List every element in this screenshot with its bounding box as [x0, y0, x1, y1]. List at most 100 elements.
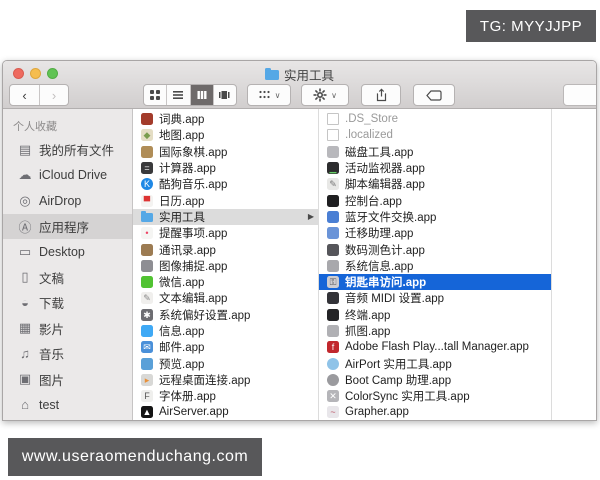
item-label: 信息.app — [159, 323, 204, 339]
sidebar-item[interactable]: ▦影片 — [3, 316, 132, 342]
utility-row[interactable]: 迁移助理.app — [319, 225, 551, 241]
utility-row[interactable]: AirPort 实用工具.app — [319, 355, 551, 371]
application-row[interactable]: 图像捕捉.app — [133, 258, 318, 274]
utility-row[interactable]: .localized — [319, 127, 551, 143]
screenshot-canvas: TG: MYYJJPP 实用工具 ‹ › — [0, 0, 600, 480]
item-label: 通讯录.app — [159, 242, 216, 258]
utility-row[interactable]: 控制台.app — [319, 192, 551, 208]
item-label: 音频 MIDI 设置.app — [345, 290, 444, 306]
sidebar: 个人收藏 ▤我的所有文件☁iCloud Drive◎AirDropⒶ应用程序▭D… — [3, 109, 133, 421]
view-mode-buttons — [143, 84, 237, 106]
utility-row[interactable]: ▁活动监视器.app — [319, 160, 551, 176]
item-label: 活动监视器.app — [345, 160, 425, 176]
application-row[interactable]: 微信.app — [133, 274, 318, 290]
tag-button[interactable] — [413, 84, 455, 106]
share-button[interactable] — [361, 84, 401, 106]
forward-button[interactable]: › — [39, 85, 68, 105]
item-label: Desktop — [39, 245, 85, 259]
utility-row[interactable]: 系统信息.app — [319, 258, 551, 274]
application-row[interactable]: 国际象棋.app — [133, 144, 318, 160]
wechat-icon — [141, 276, 153, 288]
grab-icon — [327, 325, 339, 337]
item-label: 下载 — [39, 293, 64, 312]
item-label: 影片 — [39, 319, 64, 338]
list-view-button[interactable] — [166, 85, 189, 105]
utility-row[interactable]: 抓图.app — [319, 323, 551, 339]
grapher-icon: ~ — [327, 406, 339, 418]
sidebar-item[interactable]: ☁iCloud Drive — [3, 163, 132, 189]
item-label: Boot Camp 助理.app — [345, 372, 451, 388]
utility-row[interactable]: 蓝牙文件交换.app — [319, 209, 551, 225]
utility-row[interactable]: Boot Camp 助理.app — [319, 372, 551, 388]
terminal-icon — [327, 309, 339, 321]
utility-row[interactable]: .DS_Store — [319, 111, 551, 127]
music-icon: ♫ — [15, 346, 35, 361]
item-label: 预览.app — [159, 356, 204, 372]
chess-icon — [141, 146, 153, 158]
utility-row[interactable]: ✎脚本编辑器.app — [319, 176, 551, 192]
application-row[interactable]: 预览.app — [133, 355, 318, 371]
textedit-icon: ✎ — [141, 292, 153, 304]
home-icon: ⌂ — [15, 397, 35, 412]
calculator-icon: = — [141, 162, 153, 174]
application-row[interactable]: ✎文本编辑.app — [133, 290, 318, 306]
airport-utility-icon — [327, 358, 339, 370]
action-gear-button[interactable]: ∨ — [301, 84, 349, 106]
item-label: AirServer.app — [159, 406, 229, 418]
sidebar-item[interactable]: ♫音乐 — [3, 341, 132, 367]
icon-view-button[interactable] — [144, 85, 166, 105]
search-input[interactable] — [563, 84, 597, 106]
coverflow-view-button[interactable] — [213, 85, 236, 105]
application-row[interactable]: 实用工具▶ — [133, 209, 318, 225]
application-row[interactable]: •提醒事项.app — [133, 225, 318, 241]
telegram-watermark: TG: MYYJJPP — [466, 10, 596, 42]
utility-row[interactable]: ⚿钥匙串访问.app — [319, 274, 551, 290]
application-row[interactable]: ◆地图.app — [133, 127, 318, 143]
utility-row[interactable]: 磁盘工具.app — [319, 144, 551, 160]
keychain-access-icon: ⚿ — [327, 276, 339, 288]
utility-row[interactable]: fAdobe Flash Play...tall Manager.app — [319, 339, 551, 355]
hidden-file-icon — [327, 129, 339, 141]
utility-row[interactable]: 终端.app — [319, 307, 551, 323]
application-row[interactable]: 信息.app — [133, 323, 318, 339]
application-row[interactable]: ▸远程桌面连接.app — [133, 372, 318, 388]
sidebar-item[interactable]: ◎AirDrop — [3, 188, 132, 214]
utility-row[interactable]: 音频 MIDI 设置.app — [319, 290, 551, 306]
sidebar-item[interactable]: ◒下载 — [3, 290, 132, 316]
finder-window: 实用工具 ‹ › — [2, 60, 597, 421]
column-view-button[interactable] — [190, 85, 213, 105]
window-titlebar: 实用工具 ‹ › — [3, 61, 596, 109]
application-row[interactable]: ▲AirServer.app — [133, 404, 318, 420]
utilities-folder-icon — [141, 213, 153, 222]
item-label: 系统信息.app — [345, 258, 413, 274]
sidebar-item[interactable]: ▣图片 — [3, 367, 132, 393]
item-label: Grapher.app — [345, 406, 409, 418]
application-row[interactable]: ✱系统偏好设置.app — [133, 307, 318, 323]
utility-row[interactable]: 数码测色计.app — [319, 241, 551, 257]
application-row[interactable]: ▀日历.app — [133, 192, 318, 208]
item-label: .DS_Store — [345, 113, 398, 125]
application-row[interactable]: K酷狗音乐.app — [133, 176, 318, 192]
application-row[interactable]: 通讯录.app — [133, 241, 318, 257]
item-label: iCloud Drive — [39, 168, 107, 182]
application-row[interactable]: =计算器.app — [133, 160, 318, 176]
item-label: AirPort 实用工具.app — [345, 356, 452, 372]
disclosure-arrow-icon: ▶ — [308, 212, 314, 221]
application-row[interactable]: 词典.app — [133, 111, 318, 127]
sidebar-item[interactable]: ⌂test — [3, 392, 132, 418]
back-button[interactable]: ‹ — [10, 85, 39, 105]
sidebar-item[interactable]: ▤我的所有文件 — [3, 137, 132, 163]
bluetooth-exchange-icon — [327, 211, 339, 223]
arrange-button[interactable]: ∨ — [247, 84, 291, 106]
sidebar-section-devices: 设备 — [3, 418, 132, 422]
sidebar-item[interactable]: ▭Desktop — [3, 239, 132, 265]
item-label: 国际象棋.app — [159, 144, 227, 160]
item-label: 数码测色计.app — [345, 242, 425, 258]
utility-row[interactable]: ✕ColorSync 实用工具.app — [319, 388, 551, 404]
application-row[interactable]: ✉邮件.app — [133, 339, 318, 355]
sidebar-item[interactable]: ▯文稿 — [3, 265, 132, 291]
application-row[interactable]: F字体册.app — [133, 388, 318, 404]
disk-utility-icon — [327, 146, 339, 158]
sidebar-item[interactable]: Ⓐ应用程序 — [3, 214, 132, 240]
utility-row[interactable]: ~ Grapher.app — [319, 404, 551, 420]
